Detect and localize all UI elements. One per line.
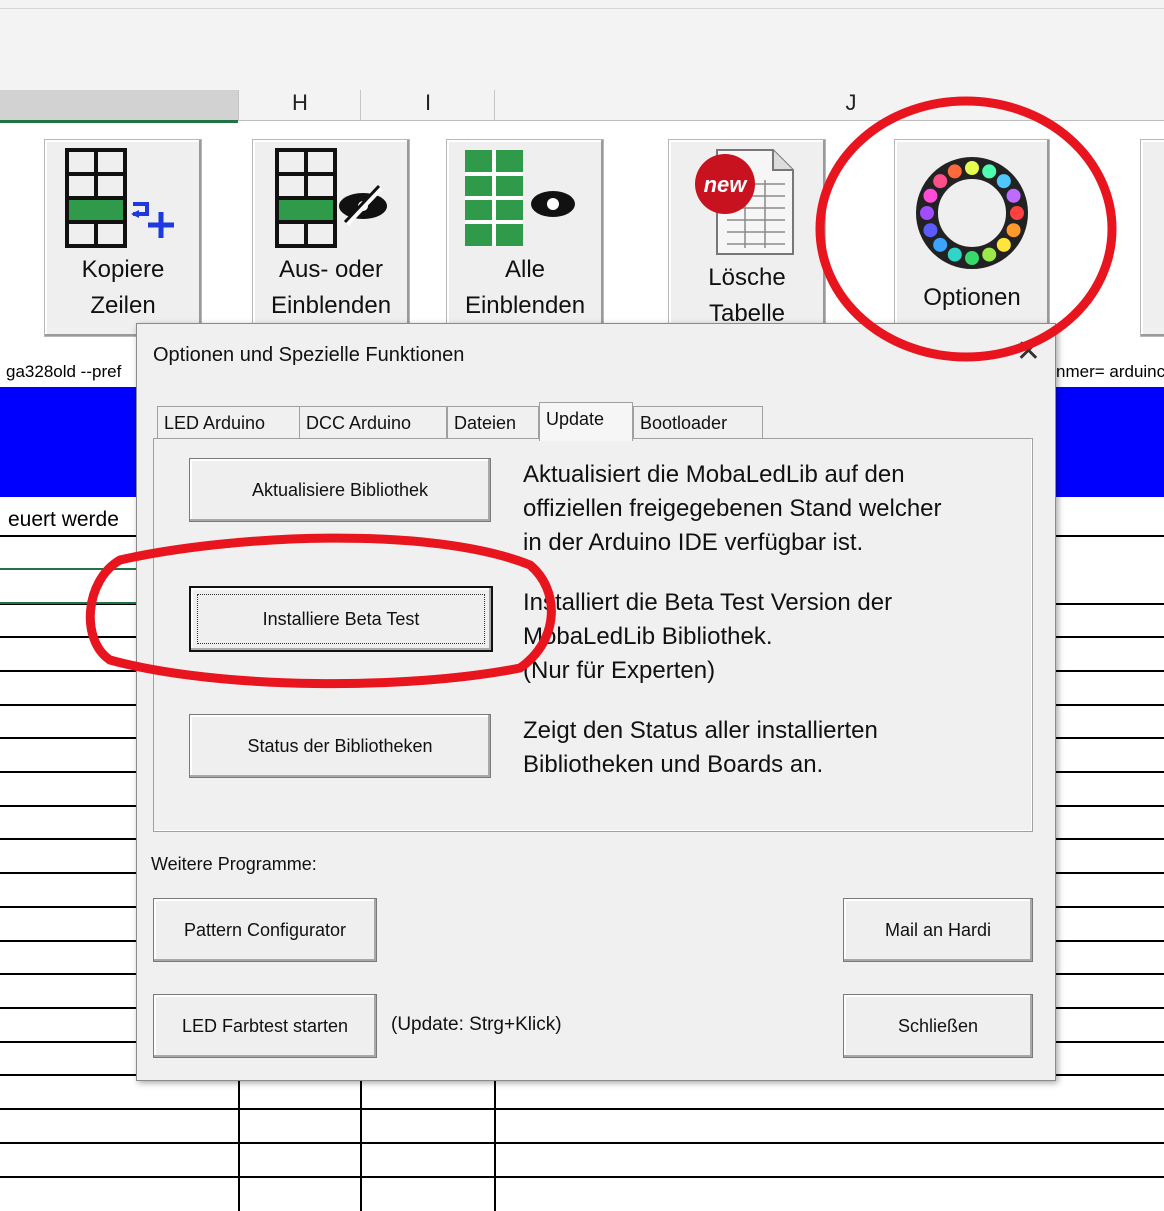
column-header-j[interactable]: J	[496, 90, 1164, 116]
tab-dateien[interactable]: Dateien	[447, 406, 539, 439]
install-beta-button[interactable]: Installiere Beta Test	[189, 586, 493, 652]
led-ring-icon	[916, 157, 1028, 269]
delete-table-button[interactable]: new Lösche Tabelle	[668, 139, 826, 337]
tab-dcc-arduino[interactable]: DCC Arduino	[299, 406, 447, 439]
new-table-icon: new	[695, 149, 794, 255]
pattern-configurator-button[interactable]: Pattern Configurator	[153, 898, 377, 962]
hide-rows-label-2: Einblenden	[270, 292, 392, 319]
more-programs-label: Weitere Programme:	[151, 854, 317, 874]
show-all-label-1: Alle	[504, 256, 546, 283]
tab-update[interactable]: Update	[539, 402, 633, 441]
library-status-desc: Zeigt den Status aller installierten Bib…	[523, 714, 878, 782]
close-button[interactable]: Schließen	[843, 994, 1033, 1058]
cell-left-text-2[interactable]: euert werde	[8, 508, 148, 532]
update-library-desc-line-3: in der Arduino IDE verfügbar ist.	[523, 529, 864, 556]
install-beta-desc-line-2: MobaLedLib Bibliothek.	[523, 623, 773, 650]
column-header-i[interactable]: I	[362, 90, 494, 116]
update-library-desc: Aktualisiert die MobaLedLib auf den offi…	[523, 458, 942, 560]
update-library-desc-line-2: offiziellen freigegebenen Stand welcher	[523, 495, 942, 522]
copy-rows-icon	[65, 148, 174, 248]
update-library-button[interactable]: Aktualisiere Bibliothek	[189, 458, 491, 522]
show-all-button[interactable]: Alle Einblenden	[446, 139, 604, 337]
library-status-button[interactable]: Status der Bibliotheken	[189, 714, 491, 778]
delete-table-label-1: Lösche	[708, 264, 786, 291]
options-button[interactable]: Optionen	[894, 139, 1050, 337]
mail-hardi-button[interactable]: Mail an Hardi	[843, 898, 1033, 962]
dialog-title: Optionen und Spezielle Funktionen	[153, 344, 465, 366]
show-all-label-2: Einblenden	[464, 292, 586, 319]
hide-rows-icon	[275, 148, 387, 248]
install-beta-desc-line-1: Installiert die Beta Test Version der	[523, 589, 893, 616]
new-badge: new	[704, 172, 749, 197]
selected-column-header[interactable]	[0, 90, 238, 123]
copy-rows-label-1: Kopiere	[81, 256, 165, 283]
hide-rows-label-1: Aus- oder	[278, 256, 384, 283]
options-label: Optionen	[923, 284, 1021, 311]
options-dialog: Optionen und Spezielle Funktionen ✕ LED …	[136, 323, 1056, 1081]
install-beta-desc: Installiert die Beta Test Version der Mo…	[523, 586, 892, 688]
close-icon[interactable]: ✕	[1016, 334, 1041, 369]
column-header-row: H I J	[0, 68, 1164, 123]
formula-bar-area	[0, 0, 1164, 69]
update-library-desc-line-1: Aktualisiert die MobaLedLib auf den	[523, 461, 905, 488]
next-ribbon-button[interactable]	[1140, 139, 1164, 337]
hide-rows-button[interactable]: Aus- oder Einblenden	[252, 139, 410, 337]
tab-led-arduino[interactable]: LED Arduino	[157, 406, 303, 439]
copy-rows-label-2: Zeilen	[90, 292, 156, 319]
led-color-test-button[interactable]: LED Farbtest starten	[153, 994, 377, 1058]
library-status-desc-line-1: Zeigt den Status aller installierten	[523, 717, 878, 744]
column-header-h[interactable]: H	[240, 90, 360, 116]
update-hint: (Update: Strg+Klick)	[391, 1014, 562, 1035]
cell-left-text[interactable]: ga328old --pref	[6, 362, 146, 382]
install-beta-desc-line-3: (Nur für Experten)	[523, 657, 716, 684]
show-all-icon	[465, 150, 575, 246]
copy-rows-button[interactable]: Kopiere Zeilen	[44, 139, 202, 337]
cell-right-text[interactable]: nmer= arduinc	[1056, 362, 1164, 382]
tab-bootloader[interactable]: Bootloader	[633, 406, 763, 439]
library-status-desc-line-2: Bibliotheken und Boards an.	[523, 751, 824, 778]
